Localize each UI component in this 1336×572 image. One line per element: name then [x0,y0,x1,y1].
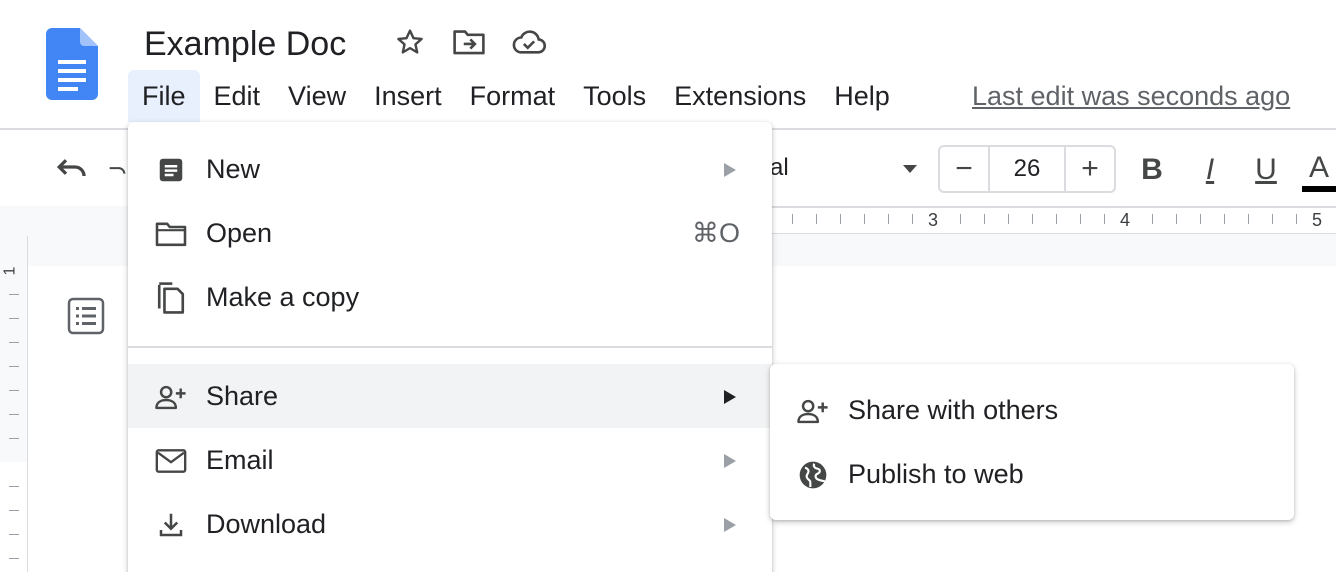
ruler-tick [864,214,865,224]
bold-button[interactable]: B [1132,150,1172,190]
menu-item-label: Download [206,509,327,539]
ruler-tick [1224,214,1225,224]
ruler-tick [792,214,793,224]
italic-button[interactable]: I [1190,150,1230,190]
ruler-tick [1056,214,1057,224]
menu-file[interactable]: File [128,70,200,122]
menu-item-new[interactable]: New [128,137,772,201]
file-menu-dropdown: New Open ⌘O Make a copy Share Email Down… [128,122,772,572]
redo-icon[interactable] [106,152,128,188]
menu-item-open[interactable]: Open ⌘O [128,201,772,265]
star-icon[interactable] [392,24,428,60]
decrease-font-size-button[interactable]: − [940,147,988,191]
folder-icon [154,217,188,251]
vertical-ruler-tick [9,414,19,415]
vertical-ruler-tick [9,366,19,367]
ruler-tick [984,214,985,224]
download-icon [154,508,188,542]
menu-item-share[interactable]: Share [128,364,772,428]
ruler-tick [1248,214,1249,224]
menu-separator [128,346,772,348]
submenu-arrow-icon [724,390,736,404]
ruler-tick [1008,214,1009,224]
font-size-stepper: − 26 + [938,145,1116,193]
ruler-tick [1080,214,1081,224]
font-family-select[interactable]: al [770,152,789,184]
vertical-ruler-tick [9,342,19,343]
ruler-tick [816,214,817,224]
vertical-ruler-tick [9,318,19,319]
vertical-ruler-tick [9,390,19,391]
google-docs-logo[interactable] [46,28,98,100]
ruler-tick [1032,214,1033,224]
menu-item-make-a-copy[interactable]: Make a copy [128,265,772,329]
cloud-saved-icon[interactable] [511,24,547,60]
horizontal-ruler[interactable] [770,206,1336,234]
ruler-tick [1272,214,1273,224]
ruler-number: 4 [1120,210,1131,230]
vertical-ruler-number: 1 [1,266,19,276]
vertical-ruler-tick [9,510,19,511]
document-title[interactable]: Example Doc [144,24,346,64]
vertical-ruler-tick [9,294,19,295]
share-submenu: Share with others Publish to web [770,364,1294,520]
menu-item-email[interactable]: Email [128,428,772,492]
ruler-tick [960,214,961,224]
document-outline-icon[interactable] [66,296,106,336]
vertical-ruler-tick [9,438,19,439]
menu-item-publish-to-web[interactable]: Publish to web [770,442,1294,506]
globe-icon [796,458,830,492]
increase-font-size-button[interactable]: + [1066,147,1114,191]
vertical-ruler-tick [9,534,19,535]
ruler-tick [1104,214,1105,224]
ruler-tick [1296,214,1297,224]
copy-icon [154,281,188,315]
menu-item-label: Share [206,381,279,411]
ruler-tick [1200,214,1201,224]
email-icon [154,444,188,478]
menu-item-label: Open [206,218,273,248]
undo-icon[interactable] [52,152,92,188]
vertical-ruler-tick [9,558,19,559]
menu-extensions[interactable]: Extensions [660,70,820,122]
menu-tools[interactable]: Tools [569,70,660,122]
keyboard-shortcut: ⌘O [691,218,740,248]
submenu-arrow-icon [724,454,736,468]
menu-item-label: Email [206,445,274,475]
chevron-down-icon[interactable] [898,156,922,180]
ruler-tick [912,214,913,224]
menu-item-label: New [206,154,261,184]
ruler-tick [888,214,889,224]
person-add-icon [796,394,830,428]
vertical-ruler-tick [9,486,19,487]
menu-format[interactable]: Format [456,70,570,122]
ruler-tick [840,214,841,224]
move-to-folder-icon[interactable] [451,24,487,60]
menu-item-label: Make a copy [206,282,360,312]
ruler-number: 5 [1312,210,1323,230]
menu-item-share-with-others[interactable]: Share with others [770,378,1294,442]
person-add-icon [154,380,188,414]
text-color-button[interactable]: A [1302,150,1336,192]
document-icon [154,153,188,187]
ruler-tick [1152,214,1153,224]
submenu-item-label: Publish to web [848,459,1024,489]
menu-bar: File Edit View Insert Format Tools Exten… [128,70,904,122]
submenu-arrow-icon [724,518,736,532]
underline-button[interactable]: U [1246,150,1286,190]
submenu-arrow-icon [724,163,736,177]
ruler-number: 3 [928,210,939,230]
menu-help[interactable]: Help [820,70,904,122]
menu-insert[interactable]: Insert [360,70,456,122]
font-size-input[interactable]: 26 [988,147,1066,191]
menu-view[interactable]: View [274,70,360,122]
vertical-ruler-page-area [0,462,28,572]
last-edit-link[interactable]: Last edit was seconds ago [972,78,1290,114]
submenu-item-label: Share with others [848,395,1059,425]
ruler-tick [1176,214,1177,224]
menu-edit[interactable]: Edit [200,70,275,122]
menu-item-download[interactable]: Download [128,492,772,556]
